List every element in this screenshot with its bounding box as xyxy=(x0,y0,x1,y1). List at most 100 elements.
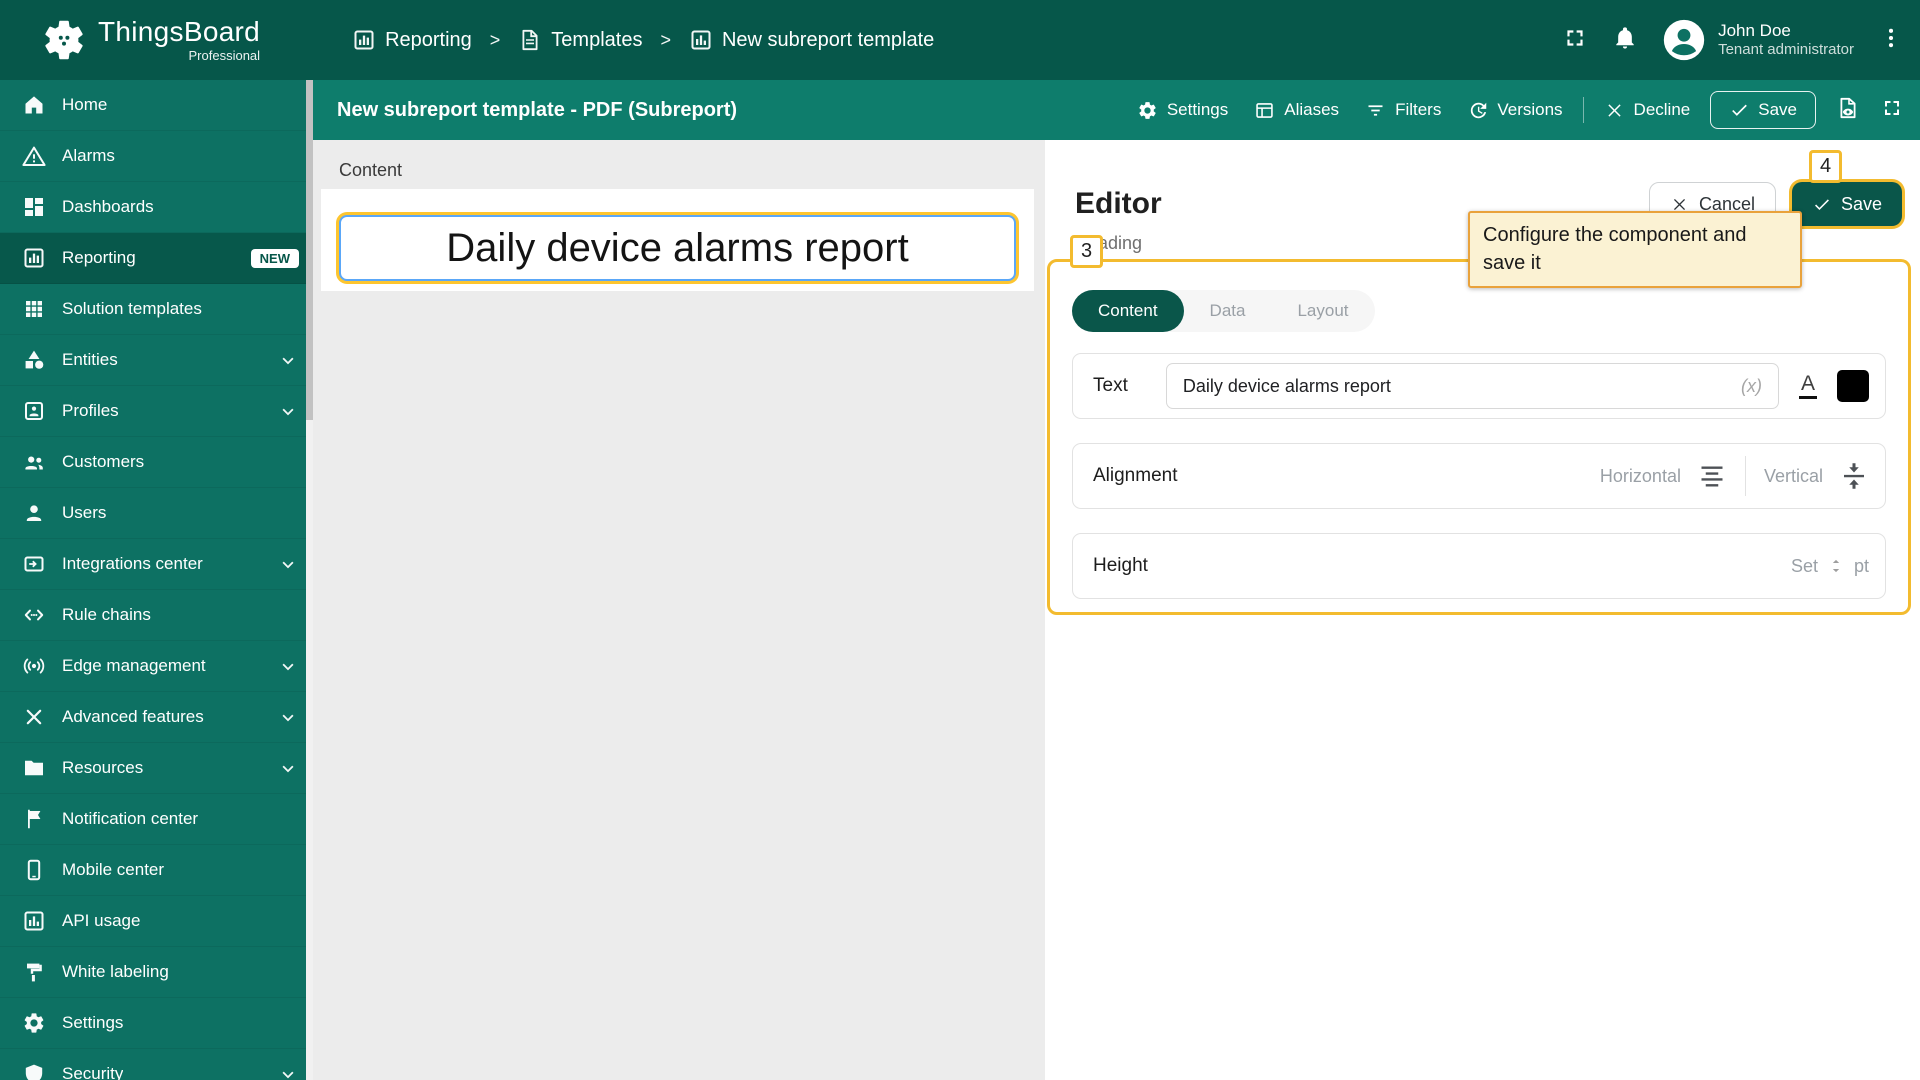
heading-widget[interactable]: Daily device alarms report xyxy=(339,215,1016,281)
new-badge: NEW xyxy=(250,248,299,268)
page-title: New subreport template - PDF (Subreport) xyxy=(337,98,738,121)
sidebar-item-users[interactable]: Users xyxy=(0,488,313,539)
height-stepper[interactable] xyxy=(1826,555,1846,577)
color-swatch-button[interactable] xyxy=(1837,370,1869,402)
sidebar-item-integrations-center[interactable]: Integrations center xyxy=(0,539,313,590)
height-input[interactable]: Set xyxy=(1791,556,1818,577)
sidebar-item-customers[interactable]: Customers xyxy=(0,437,313,488)
editor-title: Editor xyxy=(1075,187,1162,220)
unfold-more-icon xyxy=(1826,555,1846,577)
breadcrumb: Reporting > Templates > New subreport templa… xyxy=(352,28,934,52)
dashboards-icon xyxy=(22,195,46,219)
editor-save-label: Save xyxy=(1840,193,1882,214)
fx-toggle[interactable]: (x) xyxy=(1741,376,1762,397)
toolbar-actions: Settings Aliases Filters Versions xyxy=(1137,100,1563,121)
chevron-down-icon xyxy=(277,655,299,677)
sidebar-item-reporting[interactable]: Reporting NEW xyxy=(0,233,313,284)
vertical-align-center-icon xyxy=(1839,461,1869,491)
security-icon xyxy=(22,1062,46,1080)
topbar-right: John Doe Tenant administrator xyxy=(1562,18,1904,62)
sidebar-item-settings[interactable]: Settings xyxy=(0,998,313,1049)
gear-icon xyxy=(1137,100,1158,121)
api-icon xyxy=(22,909,46,933)
height-unit: pt xyxy=(1853,555,1869,576)
decline-button[interactable]: Decline xyxy=(1604,100,1690,121)
horizontal-align-button[interactable] xyxy=(1697,461,1727,491)
sidebar-item-api-usage[interactable]: API usage xyxy=(0,896,313,947)
sidebar-item-advanced-features[interactable]: Advanced features xyxy=(0,692,313,743)
users-icon xyxy=(22,501,46,525)
alignment-field-row: Alignment Horizontal Vertical xyxy=(1072,443,1886,509)
aliases-icon xyxy=(1254,100,1275,121)
history-icon xyxy=(1467,100,1488,121)
content-section-label: Content xyxy=(339,160,403,180)
settings-button[interactable]: Settings xyxy=(1137,100,1228,121)
font-color-button[interactable]: A xyxy=(1798,372,1817,400)
user-name: John Doe xyxy=(1718,21,1791,40)
sidebar-item-solution-templates[interactable]: Solution templates xyxy=(0,284,313,335)
fullscreen-icon xyxy=(1880,96,1904,120)
sidebar-scrollbar-thumb[interactable] xyxy=(306,80,313,420)
filters-button[interactable]: Filters xyxy=(1365,100,1441,121)
fullscreen-button[interactable] xyxy=(1562,25,1588,56)
gear-icon xyxy=(22,1011,46,1035)
avatar xyxy=(1662,18,1706,62)
sidebar-item-profiles[interactable]: Profiles xyxy=(0,386,313,437)
sidebar-item-home[interactable]: Home xyxy=(0,80,313,131)
integrations-icon xyxy=(22,552,46,576)
breadcrumb-item-templates[interactable]: Templates xyxy=(518,28,642,52)
more-menu-button[interactable] xyxy=(1878,25,1904,56)
report-content-card: Daily device alarms report xyxy=(321,189,1034,291)
export-pdf-button[interactable] xyxy=(1836,96,1860,125)
instruction-callout: Configure the component and save it xyxy=(1468,211,1802,289)
notifications-button[interactable] xyxy=(1612,25,1638,56)
sidebar-item-security[interactable]: Security xyxy=(0,1049,313,1080)
versions-button[interactable]: Versions xyxy=(1467,100,1563,121)
sidebar-item-dashboards[interactable]: Dashboards xyxy=(0,182,313,233)
sidebar-item-rule-chains[interactable]: Rule chains xyxy=(0,590,313,641)
user-menu[interactable]: John Doe Tenant administrator xyxy=(1662,18,1854,62)
tab-content[interactable]: Content xyxy=(1072,290,1184,332)
text-input-value: Daily device alarms report xyxy=(1182,375,1391,396)
sidebar-item-mobile-center[interactable]: Mobile center xyxy=(0,845,313,896)
toolbar-save-button[interactable]: Save xyxy=(1710,91,1816,129)
kebab-icon xyxy=(1878,25,1904,51)
entities-icon xyxy=(22,348,46,372)
text-input[interactable]: Daily device alarms report (x) xyxy=(1165,363,1779,409)
alignment-field-label: Alignment xyxy=(1093,465,1178,486)
sidebar-item-edge-management[interactable]: Edge management xyxy=(0,641,313,692)
sidebar-item-white-labeling[interactable]: White labeling xyxy=(0,947,313,998)
annotation-step3-box: Content Data Layout Text Daily device alar… xyxy=(1047,259,1911,615)
brand-subtitle: Professional xyxy=(188,47,261,63)
sidebar-menu: Home Alarms Dashboards Reporting NEW Solution… xyxy=(0,80,313,1080)
alignment-divider xyxy=(1744,456,1746,496)
tab-layout[interactable]: Layout xyxy=(1271,290,1374,332)
export-preview-icon xyxy=(1836,96,1860,120)
sidebar-item-alarms[interactable]: Alarms xyxy=(0,131,313,182)
breadcrumb-item-new-subreport-template[interactable]: New subreport template xyxy=(689,28,934,52)
editor-panel: Editor Cancel Save Heading Content Data … xyxy=(1045,140,1920,1080)
sidebar-item-notification-center[interactable]: Notification center xyxy=(0,794,313,845)
toolbar-fullscreen-button[interactable] xyxy=(1880,96,1904,125)
aliases-button[interactable]: Aliases xyxy=(1254,100,1339,121)
user-role: Tenant administrator xyxy=(1718,41,1854,59)
sidebar-item-entities[interactable]: Entities xyxy=(0,335,313,386)
step-4-badge: 4 xyxy=(1809,150,1842,183)
editor-save-button[interactable]: Save xyxy=(1791,182,1902,226)
tab-data[interactable]: Data xyxy=(1184,290,1272,332)
edge-icon xyxy=(22,654,46,678)
alarms-icon xyxy=(22,144,46,168)
reporting-icon xyxy=(22,246,46,270)
paint-icon xyxy=(22,960,46,984)
close-icon xyxy=(1604,100,1625,121)
breadcrumb-item-reporting[interactable]: Reporting xyxy=(352,28,472,52)
mobile-icon xyxy=(22,858,46,882)
profiles-icon xyxy=(22,399,46,423)
heading-widget-text: Daily device alarms report xyxy=(446,225,909,270)
app-logo[interactable]: ThingsBoard Professional xyxy=(40,16,260,64)
vertical-align-button[interactable] xyxy=(1839,461,1869,491)
sidebar-scrollbar[interactable] xyxy=(306,80,313,1080)
entity-toolbar: New subreport template - PDF (Subreport)… xyxy=(313,80,1920,140)
sidebar-item-resources[interactable]: Resources xyxy=(0,743,313,794)
customers-icon xyxy=(22,450,46,474)
